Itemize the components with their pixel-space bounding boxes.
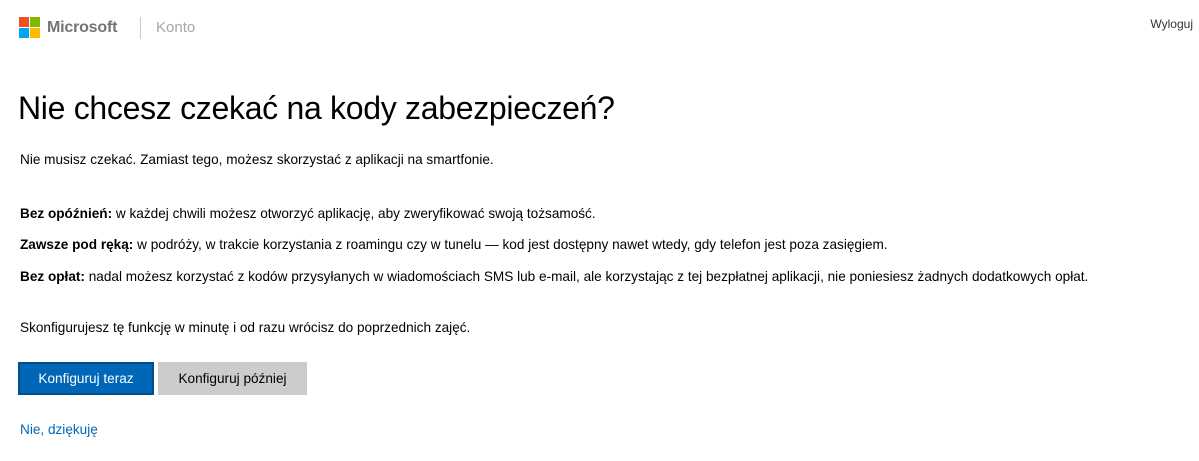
microsoft-logo[interactable]: Microsoft [19,17,117,38]
configure-now-button[interactable]: Konfiguruj teraz [18,362,154,395]
logo-square-blue [19,28,29,38]
benefit-no-fees: Bez opłat: nadal możesz korzystać z kodó… [20,269,1088,284]
sign-out-link[interactable]: Wyloguj [1150,17,1193,31]
header-divider [140,17,141,39]
benefit-label: Bez opłat: [20,269,85,284]
logo-square-yellow [30,28,40,38]
benefit-label: Zawsze pod ręką: [20,237,134,252]
logo-square-red [19,17,29,27]
benefit-text: w każdej chwili możesz otworzyć aplikacj… [112,206,596,221]
no-thanks-link[interactable]: Nie, dziękuję [20,422,98,437]
header: Microsoft Konto Wyloguj [0,0,1199,56]
brand-name: Microsoft [47,18,118,36]
microsoft-logo-icon [19,17,40,38]
benefit-label: Bez opóźnień: [20,206,113,221]
page-title: Nie chcesz czekać na kody zabezpieczeń? [18,90,615,126]
benefit-text: nadal możesz korzystać z kodów przysyłan… [84,269,1089,284]
benefit-always-available: Zawsze pod ręką: w podróży, w trakcie ko… [20,237,888,252]
closing-text: Skonfigurujesz tę funkcję w minutę i od … [20,320,471,335]
intro-text: Nie musisz czekać. Zamiast tego, możesz … [20,152,494,167]
configure-later-button[interactable]: Konfiguruj później [158,362,307,395]
benefit-no-delay: Bez opóźnień: w każdej chwili możesz otw… [20,206,596,221]
section-name[interactable]: Konto [156,19,195,36]
benefit-text: w podróży, w trakcie korzystania z roami… [133,237,888,252]
logo-square-green [30,17,40,27]
